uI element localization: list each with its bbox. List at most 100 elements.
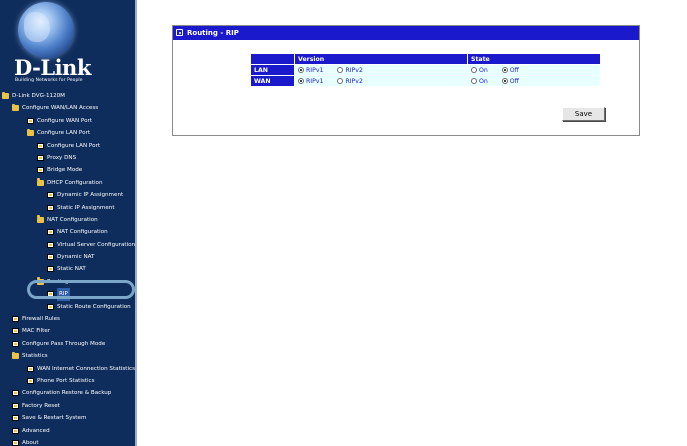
nav-item-bridge-mode[interactable]: Bridge Mode xyxy=(0,164,135,176)
version-header: Version xyxy=(294,53,468,65)
brand-logo: D-Link xyxy=(14,55,91,80)
document-icon xyxy=(27,377,34,384)
nav-item-label: DHCP Configuration xyxy=(47,179,103,186)
nav-item-phone-port-statistics[interactable]: Phone Port Statistics xyxy=(0,375,135,387)
wan-ripv1-label: RIPv1 xyxy=(306,77,324,85)
wan-off-radio[interactable] xyxy=(501,77,508,84)
panel-header: Routing - RIP xyxy=(173,26,639,40)
folder-icon xyxy=(37,178,44,186)
nav-tree: D-Link DVG-1120M Configure WAN/LAN Access… xyxy=(0,90,135,446)
nav-item-save-restart-system[interactable]: Save & Restart System xyxy=(0,412,135,424)
document-icon xyxy=(12,390,19,397)
document-icon xyxy=(12,439,19,446)
nav-item-label: Configuration Restore & Backup xyxy=(22,390,112,397)
wan-off-option[interactable]: Off xyxy=(501,77,519,85)
folder-icon xyxy=(12,103,19,112)
lan-on-radio[interactable] xyxy=(471,66,477,73)
nav-item-dynamic-ip-assignment[interactable]: Dynamic IP Assignment xyxy=(0,189,135,201)
nav-item-label: Statistics xyxy=(22,353,48,360)
rip-panel: Routing - RIP Version State LAN RIPv1 RI… xyxy=(172,25,640,136)
panel-settings-icon xyxy=(176,29,183,36)
nav-item-label: NAT Configuration xyxy=(57,229,108,236)
nav-item-nat-configuration[interactable]: NAT Configuration xyxy=(0,214,135,226)
lan-ripv1-label: RIPv1 xyxy=(306,66,324,74)
wan-ripv1-option[interactable]: RIPv1 xyxy=(298,77,324,85)
lan-ripv1-option[interactable]: RIPv1 xyxy=(298,66,324,74)
wan-version-cell: RIPv1 RIPv2 xyxy=(294,75,468,87)
nav-item-label: Configure Pass Through Mode xyxy=(22,340,106,347)
nav-item-label: Dynamic NAT xyxy=(57,254,95,261)
save-button[interactable]: Save xyxy=(562,107,605,121)
document-icon xyxy=(37,167,44,174)
nav-item-label: D-Link DVG-1120M xyxy=(12,93,66,99)
wan-ripv1-radio[interactable] xyxy=(298,77,304,84)
brand-tagline: Building Networks for People xyxy=(15,78,83,83)
nav-item-firewall-rules[interactable]: Firewall Rules xyxy=(0,313,135,325)
lan-state-cell: On Off xyxy=(467,64,601,76)
nav-item-dhcp-configuration[interactable]: DHCP Configuration xyxy=(0,177,135,189)
nav-item-static-nat[interactable]: Static NAT xyxy=(0,263,135,275)
selection-highlight-ring xyxy=(27,280,135,299)
nav-item-d-link-dvg-1120m[interactable]: D-Link DVG-1120M xyxy=(0,90,135,102)
nav-item-label: Configure WAN/LAN Access xyxy=(22,105,99,112)
document-icon xyxy=(37,154,44,161)
folder-icon xyxy=(37,215,44,223)
nav-item-virtual-server-configuration[interactable]: Virtual Server Configuration xyxy=(0,239,135,251)
table-header-row: Version State xyxy=(250,53,601,65)
rip-table: Version State LAN RIPv1 RIPv2 On Off WAN… xyxy=(250,53,601,87)
lan-ripv2-radio[interactable] xyxy=(337,66,344,73)
nav-item-dynamic-nat[interactable]: Dynamic NAT xyxy=(0,251,135,263)
nav-item-advanced[interactable]: Advanced xyxy=(0,425,135,437)
nav-item-about[interactable]: About xyxy=(0,437,135,446)
nav-item-nat-configuration[interactable]: NAT Configuration xyxy=(0,226,135,238)
nav-item-factory-reset[interactable]: Factory Reset xyxy=(0,400,135,412)
nav-item-label: Proxy DNS xyxy=(47,154,77,161)
lan-off-radio[interactable] xyxy=(501,66,508,73)
document-icon xyxy=(12,427,19,434)
lan-on-label: On xyxy=(479,66,488,74)
nav-item-label: Configure LAN Port xyxy=(37,130,91,137)
nav-item-static-route-configuration[interactable]: Static Route Configuration xyxy=(0,301,135,313)
nav-item-configure-lan-port[interactable]: Configure LAN Port xyxy=(0,140,135,152)
wan-off-label: Off xyxy=(509,77,519,85)
nav-item-configure-lan-port[interactable]: Configure LAN Port xyxy=(0,127,135,139)
nav-item-label: Static NAT xyxy=(57,266,86,273)
lan-off-label: Off xyxy=(509,66,519,74)
document-icon xyxy=(27,117,34,124)
lan-ripv1-radio[interactable] xyxy=(298,66,304,73)
nav-item-mac-filter[interactable]: MAC Filter xyxy=(0,325,135,337)
wan-ripv2-option[interactable]: RIPv2 xyxy=(337,77,363,85)
document-icon xyxy=(47,241,54,248)
wan-on-option[interactable]: On xyxy=(471,77,488,85)
nav-item-label: Bridge Mode xyxy=(47,167,83,174)
nav-item-static-ip-assignment[interactable]: Static IP Assignment xyxy=(0,202,135,214)
document-icon xyxy=(47,254,54,261)
document-icon xyxy=(47,229,54,236)
nav-item-configure-wan-port[interactable]: Configure WAN Port xyxy=(0,115,135,127)
nav-item-statistics[interactable]: Statistics xyxy=(0,350,135,362)
document-icon xyxy=(47,266,54,273)
wan-on-label: On xyxy=(479,77,488,85)
folder-icon xyxy=(12,351,19,360)
nav-item-proxy-dns[interactable]: Proxy DNS xyxy=(0,152,135,164)
lan-off-option[interactable]: Off xyxy=(501,66,519,74)
lan-ripv2-option[interactable]: RIPv2 xyxy=(337,66,363,74)
document-icon xyxy=(47,303,54,310)
wan-on-radio[interactable] xyxy=(471,77,477,84)
nav-item-configure-pass-through-mode[interactable]: Configure Pass Through Mode xyxy=(0,338,135,350)
nav-item-label: Configure LAN Port xyxy=(47,142,101,149)
table-row-wan: WAN RIPv1 RIPv2 On Off xyxy=(250,75,601,87)
wan-ripv2-radio[interactable] xyxy=(337,77,344,84)
lan-on-option[interactable]: On xyxy=(471,66,488,74)
nav-item-label: Dynamic IP Assignment xyxy=(57,192,124,199)
nav-item-configure-wan-lan-access[interactable]: Configure WAN/LAN Access xyxy=(0,102,135,114)
table-row-lan: LAN RIPv1 RIPv2 On Off xyxy=(250,64,601,76)
nav-item-configuration-restore-backup[interactable]: Configuration Restore & Backup xyxy=(0,387,135,399)
state-header: State xyxy=(467,53,601,65)
document-icon xyxy=(27,365,34,372)
nav-item-label: WAN Internet Connection Statistics xyxy=(37,365,136,372)
globe-logo-icon xyxy=(18,2,74,58)
nav-item-wan-internet-connection-statistics[interactable]: WAN Internet Connection Statistics xyxy=(0,363,135,375)
wan-ripv2-label: RIPv2 xyxy=(345,77,363,85)
nav-item-label: Advanced xyxy=(22,427,50,434)
